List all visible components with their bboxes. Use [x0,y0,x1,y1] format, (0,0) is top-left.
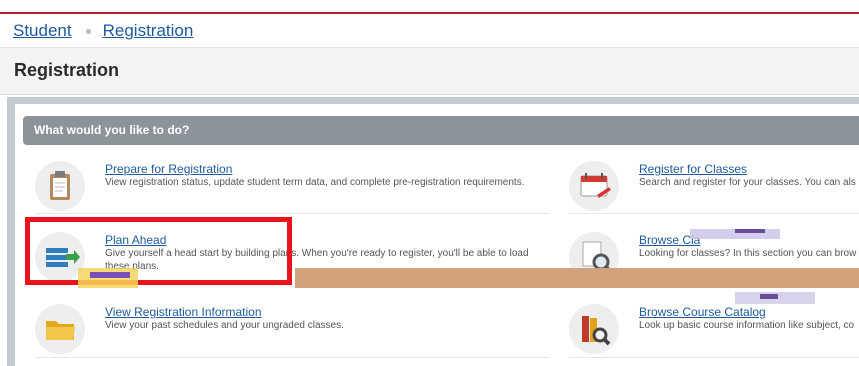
option-title[interactable]: Prepare for Registration [105,162,232,176]
option-description: Looking for classes? In this section you… [639,248,857,259]
artifact-bar [295,268,859,288]
option-view-registration-information[interactable]: View Registration Information View your … [35,304,555,354]
option-description: View registration status, update student… [105,177,525,188]
option-browse-course-catalog[interactable]: Browse Course Catalog Look up basic cour… [569,304,859,354]
divider [569,357,859,358]
divider [35,357,550,358]
clipboard-icon [35,161,85,211]
artifact-patch [760,294,778,299]
books-magnifier-icon [569,304,619,354]
highlight-box [25,217,292,285]
breadcrumb-registration-link[interactable]: Registration [103,21,194,41]
breadcrumb-separator [85,28,91,34]
option-description: Look up basic course information like su… [639,320,855,331]
option-description: View your past schedules and your ungrad… [105,320,344,331]
option-prepare-for-registration[interactable]: Prepare for Registration View registrati… [35,161,555,211]
option-title[interactable]: Register for Classes [639,162,747,176]
option-register-for-classes[interactable]: Register for Classes Search and register… [569,161,859,211]
breadcrumb: Student Registration [13,20,193,42]
artifact-patch [90,272,130,278]
folder-icon [35,304,85,354]
option-title[interactable]: View Registration Information [105,305,262,319]
panel-heading-text: What would you like to do? [34,123,190,137]
divider [35,213,550,214]
calendar-icon [569,161,619,211]
page-title: Registration [14,60,120,80]
artifact-patch [78,268,138,288]
artifact-patch [735,229,765,233]
breadcrumb-student-link[interactable]: Student [13,21,72,41]
top-accent-line [0,0,859,14]
title-bar: Registration [0,47,859,95]
option-description: Search and register for your classes. Yo… [639,177,856,188]
option-title[interactable]: Browse Course Catalog [639,305,766,319]
divider [569,213,859,214]
panel-header: What would you like to do? [23,116,859,145]
